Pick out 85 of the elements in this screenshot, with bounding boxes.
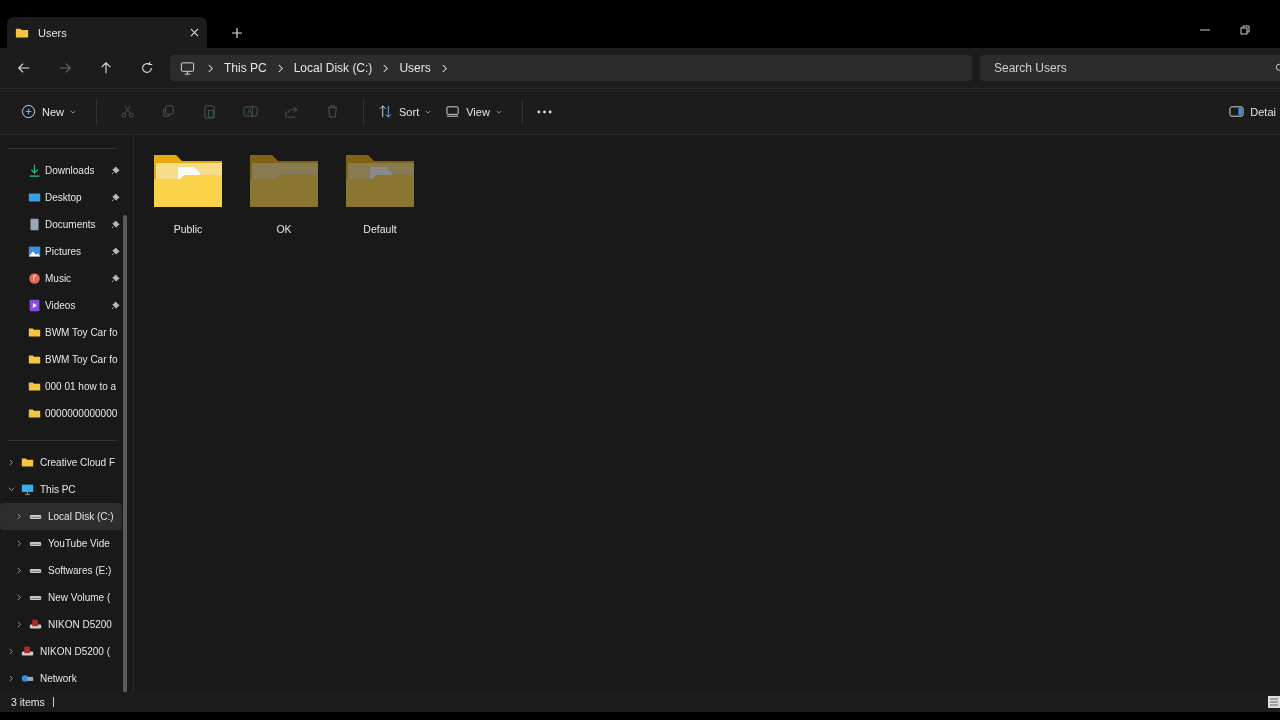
chevron-right-icon[interactable]	[16, 621, 23, 628]
folder-item[interactable]: Public	[152, 153, 224, 235]
monitor-icon	[21, 483, 34, 496]
sidebar-item[interactable]: BWM Toy Car fo	[0, 319, 122, 346]
pin-icon[interactable]	[111, 193, 120, 202]
sidebar-item[interactable]: Desktop	[0, 184, 122, 211]
plus-circle-icon	[21, 104, 36, 119]
search-field[interactable]: Search Users	[980, 55, 1280, 81]
music-icon	[28, 272, 41, 285]
new-button[interactable]: New	[17, 100, 80, 123]
network-icon	[21, 672, 34, 685]
folder-icon	[21, 456, 34, 469]
sidebar-item[interactable]: 0000000000000	[0, 400, 122, 427]
tree-item[interactable]: Network	[0, 665, 122, 692]
chevron-right-icon[interactable]	[16, 567, 23, 574]
view-button[interactable]: View	[441, 100, 506, 123]
breadcrumb[interactable]: Users	[399, 61, 431, 75]
sidebar-item[interactable]: Downloads	[0, 157, 122, 184]
search-icon	[1274, 62, 1280, 74]
chevron-right-icon[interactable]	[8, 459, 15, 466]
refresh-icon[interactable]	[140, 61, 154, 75]
sort-icon	[378, 104, 393, 119]
chevron-right-icon[interactable]	[8, 648, 15, 655]
folder-icon	[28, 407, 41, 420]
back-icon[interactable]	[17, 61, 31, 75]
folder-item[interactable]: OK	[248, 153, 320, 235]
tree-item[interactable]: Local Disk (C:)	[0, 503, 122, 530]
monitor-icon	[445, 104, 461, 119]
breadcrumb[interactable]: This PC	[224, 61, 267, 75]
chevron-icon[interactable]	[440, 63, 448, 73]
desktop-icon	[28, 191, 41, 204]
sort-button[interactable]: Sort	[374, 100, 436, 123]
pin-icon[interactable]	[111, 247, 120, 256]
caret-icon	[425, 109, 432, 114]
search-input[interactable]: Search Users	[992, 60, 1274, 76]
folder-item[interactable]: Default	[344, 153, 416, 235]
close-icon[interactable]	[190, 28, 199, 37]
drive-icon	[29, 618, 42, 631]
monitor-icon	[180, 60, 195, 76]
forward-icon[interactable]	[58, 61, 72, 75]
chevron-down-icon[interactable]	[8, 486, 15, 493]
sidebar-item[interactable]: Pictures	[0, 238, 122, 265]
caret-icon	[495, 109, 502, 114]
tree-item[interactable]: Creative Cloud F	[0, 449, 122, 476]
tree-item[interactable]: NIKON D5200 (	[0, 638, 122, 665]
window-tab[interactable]: Users	[7, 17, 207, 48]
folder-icon	[28, 326, 41, 339]
more-icon[interactable]	[536, 109, 552, 114]
pin-icon[interactable]	[111, 166, 120, 175]
breadcrumb[interactable]: Local Disk (C:)	[293, 61, 373, 75]
chevron-icon[interactable]	[207, 63, 214, 73]
folder-icon	[28, 353, 41, 366]
chevron-right-icon[interactable]	[16, 540, 23, 547]
panel-icon	[1229, 104, 1245, 119]
picture-icon	[28, 245, 41, 258]
restore-icon[interactable]	[1240, 25, 1250, 35]
address-bar[interactable]: This PC Local Disk (C:) Users	[170, 55, 972, 81]
tree-item[interactable]: NIKON D5200	[0, 611, 122, 638]
drive-icon	[21, 645, 34, 658]
details-button[interactable]: Detai	[1225, 100, 1280, 123]
caret-icon	[70, 109, 76, 114]
pin-icon[interactable]	[111, 220, 120, 229]
tree-item[interactable]: YouTube Vide	[0, 530, 122, 557]
sidebar-item[interactable]: Videos	[0, 292, 122, 319]
download-icon	[28, 164, 41, 177]
chevron-right-icon[interactable]	[16, 594, 23, 601]
video-icon	[28, 299, 41, 312]
sidebar-item[interactable]: 000 01 how to a	[0, 373, 122, 400]
chevron-icon[interactable]	[382, 63, 390, 73]
sidebar-item[interactable]: BWM Toy Car fo	[0, 346, 122, 373]
sidebar-item[interactable]: Documents	[0, 211, 122, 238]
up-icon[interactable]	[99, 61, 113, 75]
pin-icon[interactable]	[111, 301, 120, 310]
sidebar-item[interactable]: Music	[0, 265, 122, 292]
document-icon	[28, 218, 41, 231]
chevron-icon[interactable]	[276, 63, 284, 73]
folder-icon	[28, 380, 41, 393]
pin-icon[interactable]	[111, 274, 120, 283]
tree-item[interactable]: Softwares (E:)	[0, 557, 122, 584]
tree-item[interactable]: New Volume (	[0, 584, 122, 611]
tree-item[interactable]: This PC	[0, 476, 122, 503]
new-tab-icon[interactable]	[232, 27, 242, 38]
item-count: 3 items	[11, 696, 45, 708]
chevron-right-icon[interactable]	[8, 675, 15, 682]
chevron-right-icon[interactable]	[16, 513, 23, 520]
